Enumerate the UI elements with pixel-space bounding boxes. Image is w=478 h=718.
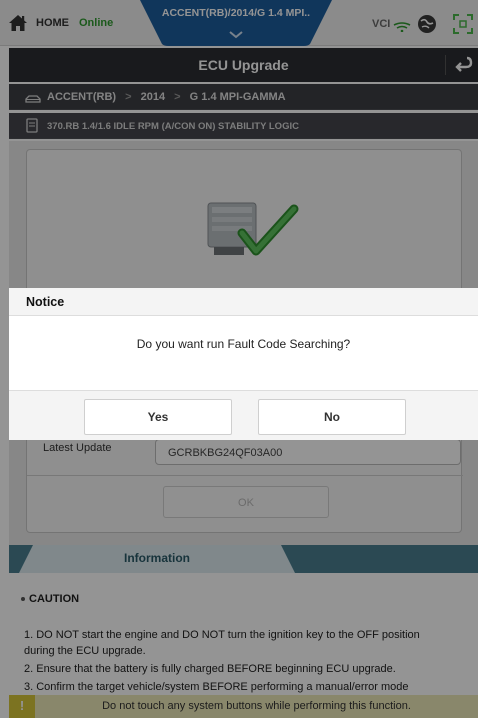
notice-dialog: Notice Do you want run Fault Code Search… <box>9 288 478 440</box>
dialog-footer: Yes No <box>9 390 478 440</box>
dialog-title: Notice <box>26 295 65 309</box>
yes-button[interactable]: Yes <box>84 399 232 435</box>
dialog-message: Do you want run Fault Code Searching? <box>136 337 351 351</box>
no-button[interactable]: No <box>258 399 406 435</box>
dialog-header: Notice <box>9 288 478 316</box>
